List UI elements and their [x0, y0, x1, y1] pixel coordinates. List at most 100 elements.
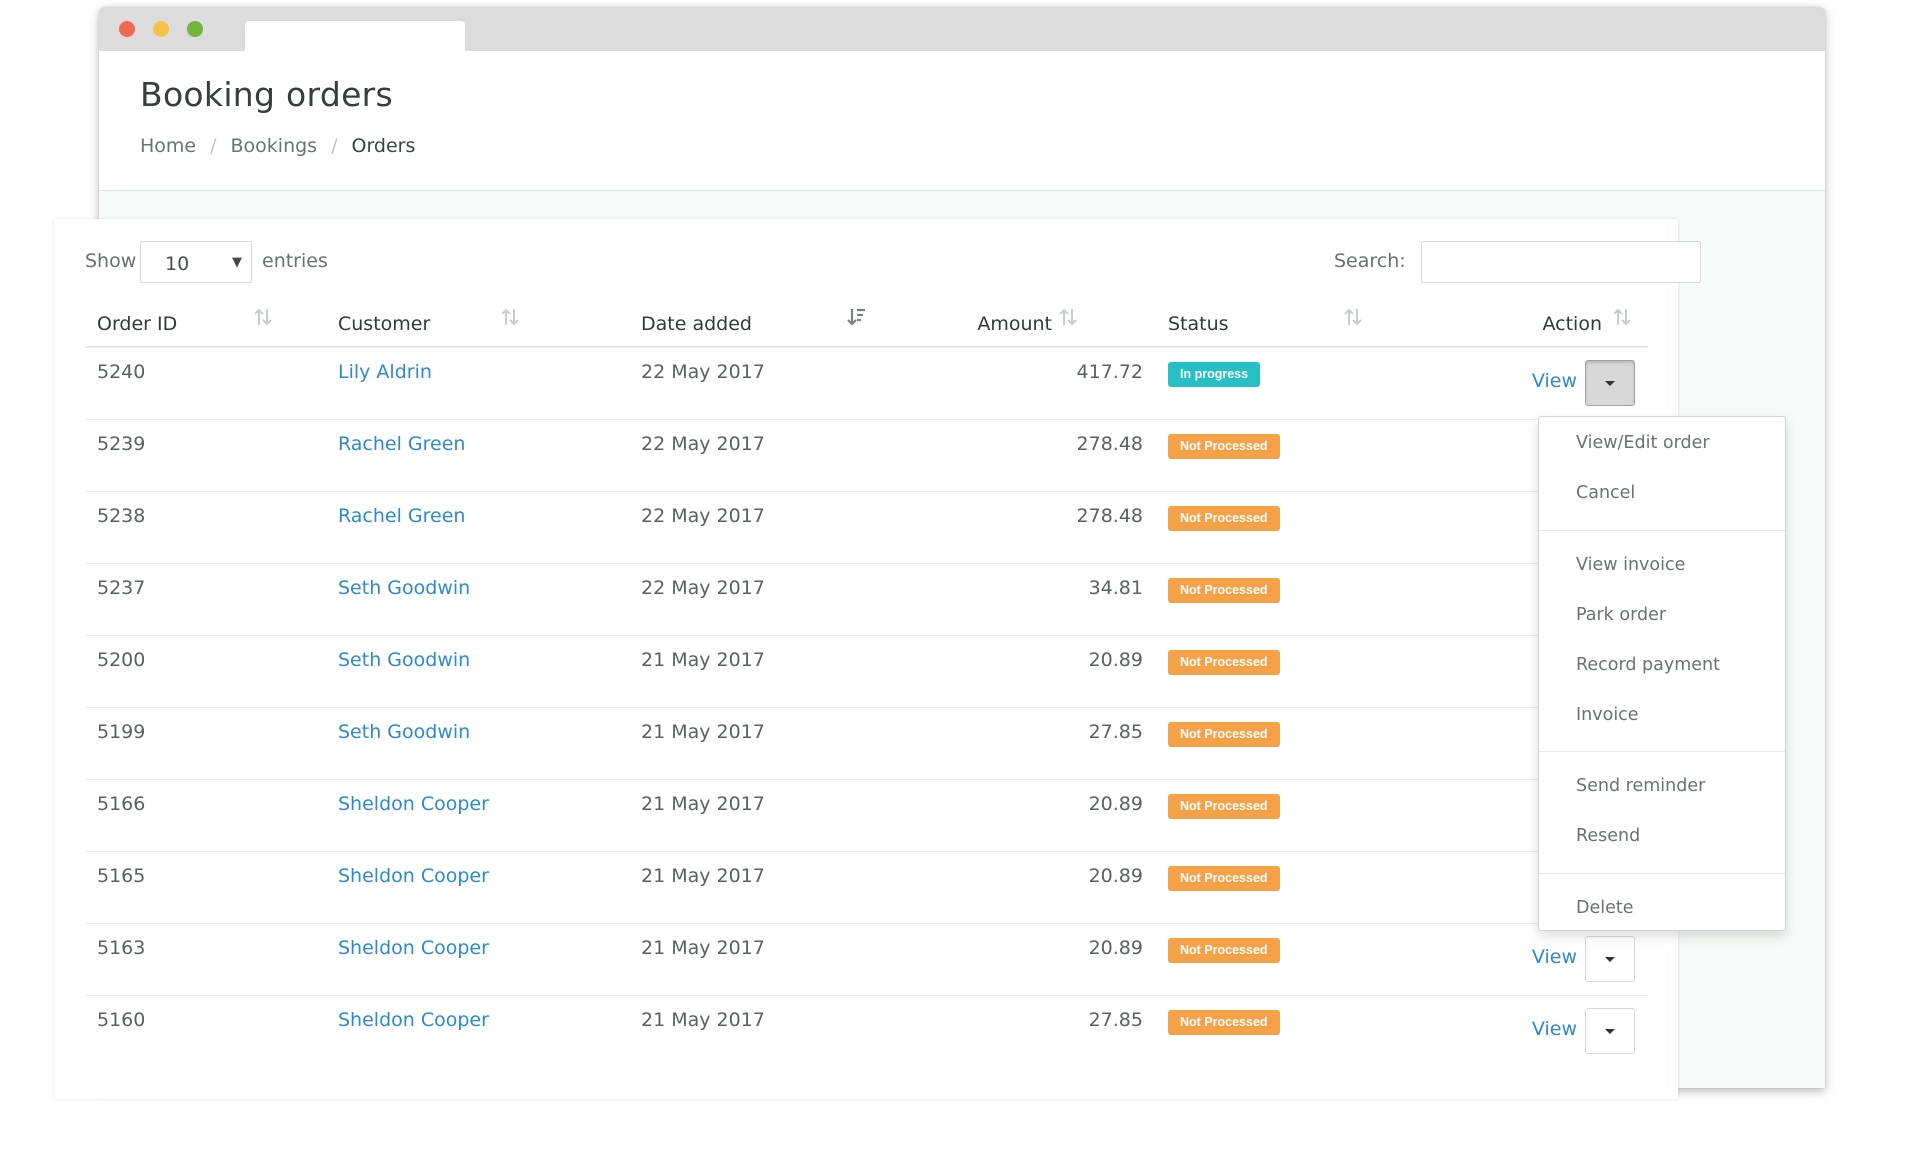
column-header-action[interactable]: Action [1465, 301, 1648, 346]
order-id: 5199 [97, 721, 146, 743]
menu-item-cancel[interactable]: Cancel [1576, 483, 1635, 503]
view-order-link[interactable]: View [1532, 946, 1577, 968]
customer-link[interactable]: Sheldon Cooper [338, 1009, 489, 1031]
table-row: 5240 Lily Aldrin 22 May 2017 417.72 In p… [85, 348, 1648, 420]
entries-label: entries [262, 250, 328, 272]
customer-link[interactable]: Lily Aldrin [338, 361, 432, 383]
table-row: 5166 Sheldon Cooper 21 May 2017 20.89 No… [85, 780, 1648, 852]
menu-item-send-reminder[interactable]: Send reminder [1576, 776, 1705, 796]
breadcrumb: Home / Bookings / Orders [140, 135, 415, 157]
caret-down-icon [1605, 1029, 1615, 1034]
order-id: 5238 [97, 505, 146, 527]
amount: 278.48 [1076, 433, 1143, 455]
status-badge: Not Processed [1168, 722, 1280, 747]
amount: 20.89 [1088, 865, 1143, 887]
table-row: 5163 Sheldon Cooper 21 May 2017 20.89 No… [85, 924, 1648, 996]
column-label: Order ID [97, 313, 178, 335]
column-header-amount[interactable]: Amount [945, 301, 1135, 346]
column-header-date-added[interactable]: Date added [630, 301, 880, 346]
order-id: 5239 [97, 433, 146, 455]
action-dropdown-toggle[interactable] [1585, 936, 1635, 982]
order-id: 5166 [97, 793, 146, 815]
action-dropdown-toggle[interactable] [1585, 1008, 1635, 1054]
search-input[interactable] [1421, 241, 1701, 283]
status-badge: Not Processed [1168, 650, 1280, 675]
column-header-order-id[interactable]: Order ID [85, 301, 275, 346]
column-header-customer[interactable]: Customer [327, 301, 527, 346]
amount: 20.89 [1088, 937, 1143, 959]
order-id: 5163 [97, 937, 146, 959]
date-added: 21 May 2017 [641, 1009, 765, 1031]
orders-table-card: Show 10 ▼ entries Search: Order ID Custo… [54, 219, 1701, 1099]
sort-arrows-icon [254, 308, 272, 326]
sort-arrows-icon [1613, 308, 1631, 326]
amount: 27.85 [1088, 721, 1143, 743]
customer-link[interactable]: Sheldon Cooper [338, 937, 489, 959]
amount: 27.85 [1088, 1009, 1143, 1031]
page-length-value: 10 [165, 253, 190, 275]
menu-item-delete[interactable]: Delete [1576, 898, 1634, 918]
view-order-link[interactable]: View [1532, 1018, 1577, 1040]
status-badge: Not Processed [1168, 434, 1280, 459]
date-added: 22 May 2017 [641, 361, 765, 383]
menu-item-view-edit-order[interactable]: View/Edit order [1576, 433, 1710, 453]
table-row: 5200 Seth Goodwin 21 May 2017 20.89 Not … [85, 636, 1648, 708]
order-actions-menu: View/Edit order Cancel View invoice Park… [1538, 416, 1786, 931]
status-badge: Not Processed [1168, 866, 1280, 891]
page-title: Booking orders [140, 75, 394, 114]
caret-down-icon [1605, 381, 1615, 386]
browser-tab[interactable] [245, 21, 465, 51]
search-label: Search: [1334, 250, 1406, 272]
action-dropdown-toggle[interactable] [1585, 360, 1635, 406]
column-label: Customer [338, 313, 431, 335]
menu-divider [1539, 751, 1785, 752]
maximize-window-icon[interactable] [187, 21, 203, 37]
order-id: 5240 [97, 361, 146, 383]
amount: 20.89 [1088, 649, 1143, 671]
minimize-window-icon[interactable] [153, 21, 169, 37]
sort-desc-icon [847, 308, 865, 326]
column-label: Amount [977, 313, 1052, 335]
browser-chrome [99, 7, 1825, 51]
menu-item-park-order[interactable]: Park order [1576, 605, 1666, 625]
date-added: 21 May 2017 [641, 649, 765, 671]
page-header: Booking orders Home / Bookings / Orders [99, 51, 1825, 191]
column-header-status[interactable]: Status [1157, 301, 1367, 346]
menu-item-invoice[interactable]: Invoice [1576, 705, 1639, 725]
close-window-icon[interactable] [119, 21, 135, 37]
customer-link[interactable]: Rachel Green [338, 505, 465, 527]
table-row: 5199 Seth Goodwin 21 May 2017 27.85 Not … [85, 708, 1648, 780]
table-row: 5165 Sheldon Cooper 21 May 2017 20.89 No… [85, 852, 1648, 924]
breadcrumb-separator: / [210, 135, 217, 157]
date-added: 22 May 2017 [641, 433, 765, 455]
status-badge: Not Processed [1168, 794, 1280, 819]
amount: 278.48 [1076, 505, 1143, 527]
menu-item-record-payment[interactable]: Record payment [1576, 655, 1720, 675]
menu-item-view-invoice[interactable]: View invoice [1576, 555, 1685, 575]
customer-link[interactable]: Seth Goodwin [338, 649, 470, 671]
customer-link[interactable]: Sheldon Cooper [338, 865, 489, 887]
breadcrumb-separator: / [331, 135, 338, 157]
breadcrumb-home[interactable]: Home [140, 135, 196, 157]
customer-link[interactable]: Rachel Green [338, 433, 465, 455]
date-added: 21 May 2017 [641, 865, 765, 887]
breadcrumb-bookings[interactable]: Bookings [231, 135, 318, 157]
table-row: 5237 Seth Goodwin 22 May 2017 34.81 Not … [85, 564, 1648, 636]
page-length-select[interactable]: 10 ▼ [140, 241, 252, 283]
sort-arrows-icon [1344, 308, 1362, 326]
breadcrumb-orders: Orders [351, 135, 416, 157]
date-added: 21 May 2017 [641, 937, 765, 959]
order-id: 5165 [97, 865, 146, 887]
status-badge: Not Processed [1168, 938, 1280, 963]
customer-link[interactable]: Seth Goodwin [338, 577, 470, 599]
date-added: 22 May 2017 [641, 505, 765, 527]
caret-down-icon: ▼ [232, 255, 242, 270]
customer-link[interactable]: Seth Goodwin [338, 721, 470, 743]
amount: 20.89 [1088, 793, 1143, 815]
menu-item-resend[interactable]: Resend [1576, 826, 1640, 846]
menu-divider [1539, 530, 1785, 531]
customer-link[interactable]: Sheldon Cooper [338, 793, 489, 815]
sort-arrows-icon [1059, 308, 1077, 326]
column-label: Action [1542, 313, 1602, 335]
view-order-link[interactable]: View [1532, 370, 1577, 392]
